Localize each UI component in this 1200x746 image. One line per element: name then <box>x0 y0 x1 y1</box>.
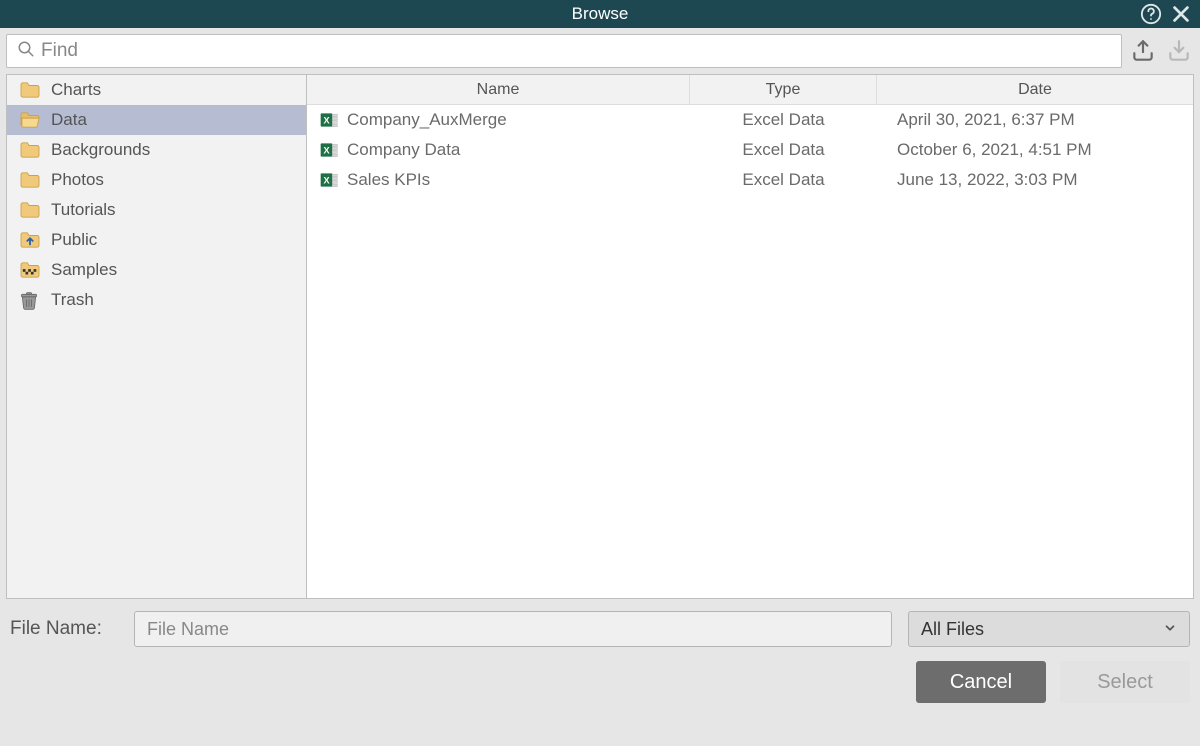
chevron-down-icon <box>1163 619 1177 640</box>
download-icon[interactable] <box>1164 36 1194 66</box>
folder-icon <box>19 81 41 99</box>
upload-icon[interactable] <box>1128 36 1158 66</box>
svg-text:X: X <box>323 115 330 125</box>
window-title: Browse <box>572 4 629 24</box>
search-field[interactable] <box>6 34 1122 68</box>
titlebar: Browse <box>0 0 1200 28</box>
file-date: April 30, 2021, 6:37 PM <box>877 110 1193 130</box>
file-date: June 13, 2022, 3:03 PM <box>877 170 1193 190</box>
sidebar-item-label: Backgrounds <box>51 140 150 160</box>
sidebar-item-data[interactable]: Data <box>7 105 306 135</box>
file-list: Name Type Date X Company_AuxMerge Excel … <box>307 75 1193 598</box>
sidebar-item-backgrounds[interactable]: Backgrounds <box>7 135 306 165</box>
sidebar-item-label: Data <box>51 110 87 130</box>
file-type: Excel Data <box>690 110 877 130</box>
file-name: Sales KPIs <box>347 170 430 190</box>
folder-icon <box>19 201 41 219</box>
select-button: Select <box>1060 661 1190 703</box>
filetype-select[interactable]: All Files <box>908 611 1190 647</box>
column-header-name[interactable]: Name <box>307 75 690 104</box>
filetype-selected: All Files <box>921 619 984 640</box>
sidebar-item-charts[interactable]: Charts <box>7 75 306 105</box>
folder-pattern-icon <box>19 261 41 279</box>
filename-input[interactable] <box>134 611 892 647</box>
footer-area: File Name: All Files Cancel Select <box>0 599 1200 703</box>
file-date: October 6, 2021, 4:51 PM <box>877 140 1193 160</box>
sidebar-item-photos[interactable]: Photos <box>7 165 306 195</box>
column-header-type[interactable]: Type <box>690 75 877 104</box>
sidebar-item-trash[interactable]: Trash <box>7 285 306 315</box>
column-header-date[interactable]: Date <box>877 75 1193 104</box>
file-type: Excel Data <box>690 140 877 160</box>
folder-up-icon <box>19 231 41 249</box>
cancel-button[interactable]: Cancel <box>916 661 1046 703</box>
search-toolbar <box>0 28 1200 74</box>
svg-text:X: X <box>323 175 330 185</box>
main-area: Charts Data Backgrounds Photos Tutorials <box>6 74 1194 599</box>
file-name: Company_AuxMerge <box>347 110 507 130</box>
sidebar: Charts Data Backgrounds Photos Tutorials <box>7 75 307 598</box>
search-input[interactable] <box>41 40 1111 62</box>
sidebar-item-samples[interactable]: Samples <box>7 255 306 285</box>
file-list-header: Name Type Date <box>307 75 1193 105</box>
sidebar-item-public[interactable]: Public <box>7 225 306 255</box>
close-icon[interactable] <box>1170 3 1192 25</box>
file-type: Excel Data <box>690 170 877 190</box>
folder-icon <box>19 171 41 189</box>
excel-icon: X <box>319 140 339 160</box>
svg-text:X: X <box>323 145 330 155</box>
titlebar-actions <box>1140 0 1192 28</box>
sidebar-item-label: Photos <box>51 170 104 190</box>
folder-open-icon <box>19 111 41 129</box>
sidebar-item-label: Tutorials <box>51 200 116 220</box>
sidebar-item-label: Trash <box>51 290 94 310</box>
sidebar-item-label: Charts <box>51 80 101 100</box>
sidebar-item-label: Public <box>51 230 97 250</box>
file-row[interactable]: X Company Data Excel Data October 6, 202… <box>307 135 1193 165</box>
search-icon <box>17 40 35 63</box>
help-icon[interactable] <box>1140 3 1162 25</box>
file-row[interactable]: X Sales KPIs Excel Data June 13, 2022, 3… <box>307 165 1193 195</box>
excel-icon: X <box>319 110 339 130</box>
trash-icon <box>19 291 41 309</box>
filename-row: File Name: All Files <box>10 611 1190 647</box>
file-name: Company Data <box>347 140 460 160</box>
folder-icon <box>19 141 41 159</box>
sidebar-item-label: Samples <box>51 260 117 280</box>
button-row: Cancel Select <box>10 661 1190 703</box>
filename-label: File Name: <box>10 618 118 640</box>
sidebar-item-tutorials[interactable]: Tutorials <box>7 195 306 225</box>
excel-icon: X <box>319 170 339 190</box>
file-row[interactable]: X Company_AuxMerge Excel Data April 30, … <box>307 105 1193 135</box>
